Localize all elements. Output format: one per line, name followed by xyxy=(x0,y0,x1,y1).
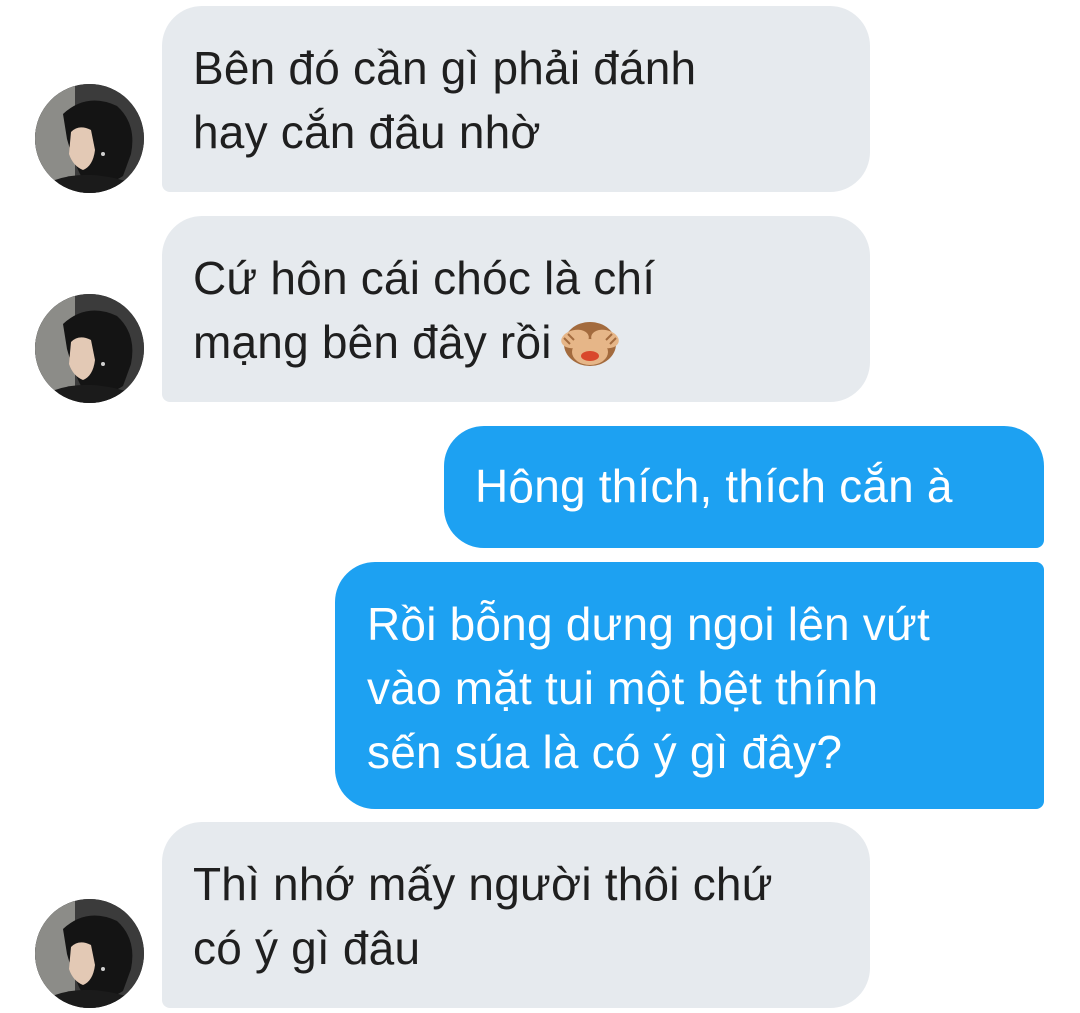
message-text: mạng bên đây rồi xyxy=(193,316,552,368)
avatar-photo-icon xyxy=(35,84,144,193)
message-text-line: Hông thích, thích cắn à xyxy=(475,460,953,512)
incoming-message-bubble[interactable]: Cứ hôn cái chóc là chí mạng bên đây rồi xyxy=(162,216,870,402)
message-text-line: mạng bên đây rồi xyxy=(193,310,840,384)
message-text-line: sến súa là có ý gì đây? xyxy=(367,726,843,778)
outgoing-message-bubble[interactable]: Hông thích, thích cắn à xyxy=(444,426,1044,548)
incoming-message-bubble[interactable]: Bên đó cần gì phải đánh hay cắn đâu nhờ xyxy=(162,6,870,192)
outgoing-message-bubble[interactable]: Rồi bỗng dưng ngoi lên vứt vào mặt tui m… xyxy=(335,562,1044,809)
message-text-line: Thì nhớ mấy người thôi chứ xyxy=(193,858,773,910)
message-text-line: hay cắn đâu nhờ xyxy=(193,106,541,158)
avatar[interactable] xyxy=(35,84,144,193)
avatar-photo-icon xyxy=(35,294,144,403)
message-text-line: vào mặt tui một bệt thính xyxy=(367,662,879,714)
avatar[interactable] xyxy=(35,899,144,1008)
avatar[interactable] xyxy=(35,294,144,403)
message-text-line: có ý gì đâu xyxy=(193,922,421,974)
avatar-photo-icon xyxy=(35,899,144,1008)
see-no-evil-monkey-icon xyxy=(558,318,622,384)
message-text-line: Cứ hôn cái chóc là chí xyxy=(193,252,656,304)
message-text-line: Rồi bỗng dưng ngoi lên vứt xyxy=(367,598,930,650)
message-text-line: Bên đó cần gì phải đánh xyxy=(193,42,697,94)
incoming-message-bubble[interactable]: Thì nhớ mấy người thôi chứ có ý gì đâu xyxy=(162,822,870,1008)
